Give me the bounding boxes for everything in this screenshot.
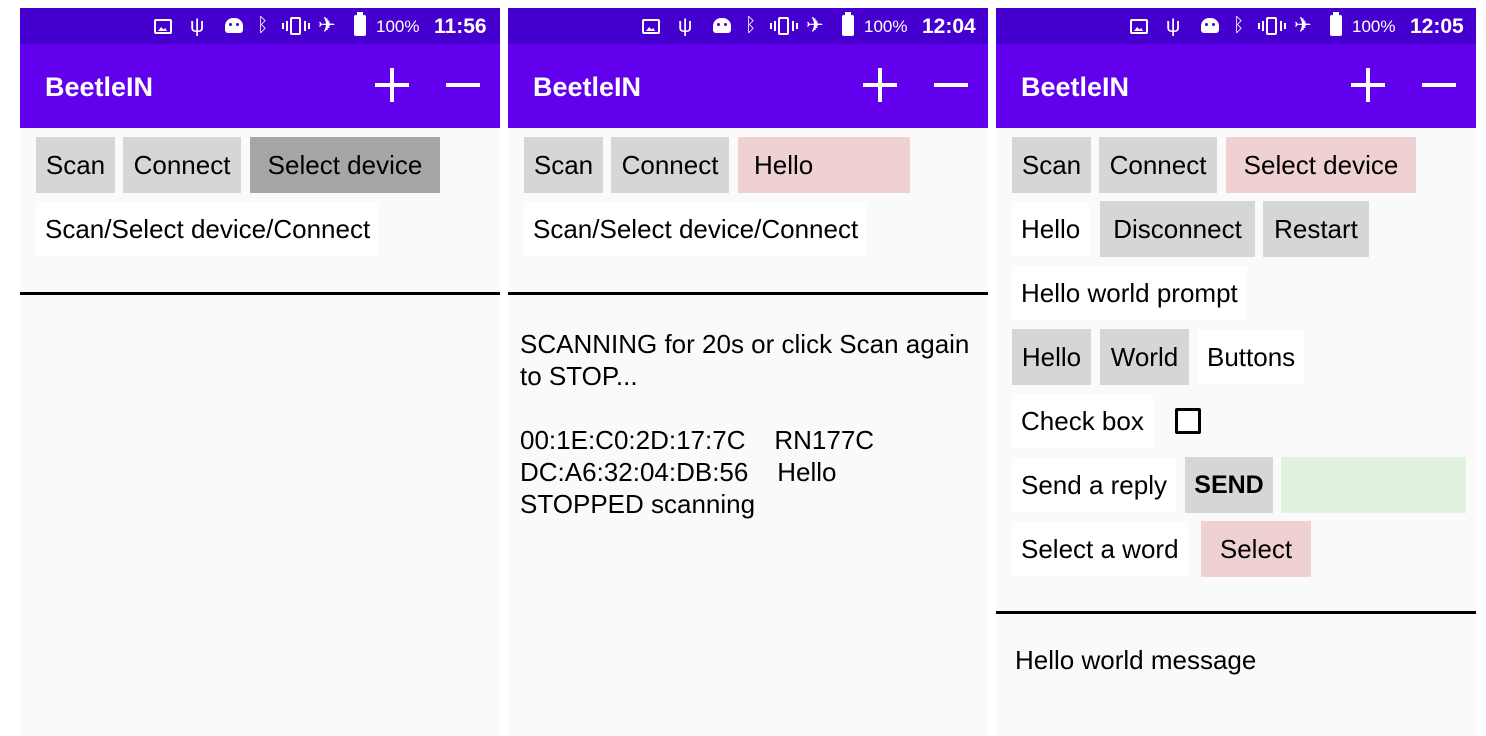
connect-button[interactable]: Connect [1099, 137, 1217, 193]
log-line: STOPPED scanning [520, 489, 756, 519]
select-word-button[interactable]: Select [1201, 521, 1311, 577]
log-line: SCANNING for 20s or click Scan again [520, 329, 970, 359]
image-icon [1130, 19, 1148, 34]
scan-button[interactable]: Scan [524, 137, 603, 193]
app-bar: BeetleIN [20, 44, 500, 128]
usb-icon: ψ [678, 15, 693, 37]
airplane-icon: ✈ [1294, 14, 1312, 37]
screen-3: ψ ᛒ ✈ 100% 12:05 BeetleIN Scan Connect S… [996, 8, 1476, 736]
plus-icon[interactable] [1351, 68, 1385, 102]
device-entry: DC:A6:32:04:DB:56 Hello [520, 457, 837, 487]
clock: 11:56 [434, 15, 487, 38]
message-text: Hello world message [1015, 645, 1257, 675]
battery-icon [1330, 12, 1342, 36]
status-bar: ψ ᛒ ✈ 100% 12:04 [508, 8, 988, 44]
divider [996, 611, 1476, 614]
minus-icon[interactable] [1422, 68, 1456, 102]
app-title: BeetleIN [533, 72, 642, 102]
divider [20, 292, 500, 295]
hello-button[interactable]: Hello [1012, 329, 1091, 385]
minus-icon[interactable] [446, 68, 480, 102]
battery-icon [354, 12, 366, 36]
restart-button[interactable]: Restart [1263, 201, 1369, 257]
connect-button[interactable]: Connect [123, 137, 241, 193]
app-title: BeetleIN [45, 72, 154, 102]
airplane-icon: ✈ [318, 14, 336, 37]
checkbox[interactable] [1175, 408, 1201, 434]
usb-icon: ψ [190, 15, 205, 37]
checkbox-label: Check box [1012, 394, 1153, 448]
screen-2: ψ ᛒ ✈ 100% 12:04 BeetleIN Scan Connect H… [508, 8, 988, 736]
app-bar: BeetleIN [508, 44, 988, 128]
image-icon [642, 19, 660, 34]
word-label: Select a word [1012, 522, 1188, 576]
battery-percent: 100% [864, 17, 908, 36]
usb-icon: ψ [1166, 15, 1181, 37]
device-entry: 00:1E:C0:2D:17:7C RN177C [520, 425, 875, 455]
app-title: BeetleIN [1021, 72, 1130, 102]
log-line: to STOP... [520, 361, 638, 391]
android-icon [713, 18, 731, 33]
prompt-text: Hello world prompt [1012, 266, 1247, 320]
bluetooth-icon: ᛒ [745, 15, 757, 36]
plus-icon[interactable] [375, 68, 409, 102]
vibrate-icon [1258, 17, 1286, 35]
battery-percent: 100% [376, 17, 420, 36]
screen-1: ψ ᛒ ✈ 100% 11:56 BeetleIN Scan Connect S… [20, 8, 500, 736]
reply-input[interactable] [1281, 457, 1466, 513]
world-button[interactable]: World [1100, 329, 1189, 385]
select-device-button[interactable]: Select device [1226, 137, 1416, 193]
scan-button[interactable]: Scan [1012, 137, 1091, 193]
select-device-button[interactable]: Hello [738, 137, 910, 193]
disconnect-button[interactable]: Disconnect [1100, 201, 1255, 257]
bluetooth-icon: ᛒ [1233, 15, 1245, 36]
status-bar: ψ ᛒ ✈ 100% 12:05 [996, 8, 1476, 44]
vibrate-icon [770, 17, 798, 35]
vibrate-icon [282, 17, 310, 35]
plus-icon[interactable] [863, 68, 897, 102]
divider [508, 292, 988, 295]
battery-icon [842, 12, 854, 36]
airplane-icon: ✈ [806, 14, 824, 37]
clock: 12:04 [922, 15, 976, 38]
status-hint: Scan/Select device/Connect [36, 202, 380, 256]
android-icon [1201, 18, 1219, 33]
status-hint: Scan/Select device/Connect [524, 202, 868, 256]
connect-button[interactable]: Connect [611, 137, 729, 193]
image-icon [154, 19, 172, 34]
buttons-label: Buttons [1198, 330, 1305, 384]
status-bar: ψ ᛒ ✈ 100% 11:56 [20, 8, 500, 44]
battery-percent: 100% [1352, 17, 1396, 36]
android-icon [225, 18, 243, 33]
device-name: Hello [1012, 202, 1090, 256]
minus-icon[interactable] [934, 68, 968, 102]
bluetooth-icon: ᛒ [257, 15, 269, 36]
select-device-button[interactable]: Select device [250, 137, 440, 193]
app-bar: BeetleIN [996, 44, 1476, 128]
send-button[interactable]: SEND [1185, 457, 1273, 513]
scan-button[interactable]: Scan [36, 137, 115, 193]
clock: 12:05 [1410, 15, 1464, 38]
reply-label: Send a reply [1012, 458, 1176, 512]
